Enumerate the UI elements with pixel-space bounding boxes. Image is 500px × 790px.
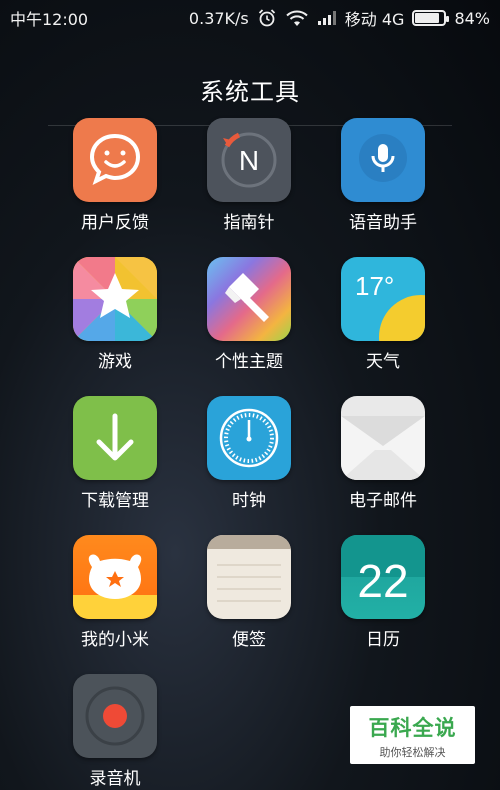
theme-brush-icon[interactable] (207, 257, 291, 341)
mail-envelope-icon[interactable] (341, 396, 425, 480)
app-label: 下载管理 (81, 491, 149, 511)
app-label: 我的小米 (81, 630, 149, 650)
app-label: 指南针 (223, 213, 275, 233)
app-calendar[interactable]: 22 日历 (316, 535, 450, 674)
alarm-icon (257, 8, 277, 28)
app-email[interactable]: 电子邮件 (316, 396, 450, 535)
calendar-icon[interactable]: 22 (341, 535, 425, 619)
app-label: 语音助手 (349, 213, 417, 233)
app-compass[interactable]: N 指南针 (182, 118, 316, 257)
app-label: 天气 (366, 352, 400, 372)
app-label: 日历 (366, 630, 400, 650)
app-label: 用户反馈 (81, 213, 149, 233)
app-clock[interactable]: 时钟 (182, 396, 316, 535)
app-feedback[interactable]: 用户反馈 (48, 118, 182, 257)
app-games[interactable]: 游戏 (48, 257, 182, 396)
app-themes[interactable]: 个性主题 (182, 257, 316, 396)
microphone-icon[interactable] (341, 118, 425, 202)
app-my-xiaomi[interactable]: 我的小米 (48, 535, 182, 674)
battery-fill (415, 13, 439, 23)
app-label: 个性主题 (215, 352, 283, 372)
download-arrow-icon[interactable] (73, 396, 157, 480)
watermark-title: 百科全说 (368, 716, 457, 740)
app-label: 便签 (232, 630, 266, 650)
status-bar: 中午12:00 0.37K/s 移动 4G 84% (0, 0, 500, 36)
recorder-icon[interactable] (73, 674, 157, 758)
app-label: 时钟 (232, 491, 266, 511)
svg-text:N: N (239, 145, 259, 176)
app-grid: 用户反馈 N 指南针 语音助手 游戏 个性主题 17° 天气 下载管理 时钟 电… (48, 118, 452, 790)
compass-icon[interactable]: N (207, 118, 291, 202)
app-notes[interactable]: 便签 (182, 535, 316, 674)
app-weather[interactable]: 17° 天气 (316, 257, 450, 396)
app-download-manager[interactable]: 下载管理 (48, 396, 182, 535)
feedback-smile-icon[interactable] (73, 118, 157, 202)
app-label: 游戏 (98, 352, 132, 372)
mi-bunny-icon[interactable] (73, 535, 157, 619)
app-label: 电子邮件 (349, 491, 417, 511)
game-star-icon[interactable] (73, 257, 157, 341)
carrier-label: 移动 4G (344, 10, 405, 29)
wifi-icon (285, 9, 309, 27)
network-speed: 0.37K/s (188, 8, 249, 28)
battery-icon (412, 10, 450, 26)
folder-title[interactable]: 系统工具 (0, 72, 500, 107)
weather-sun-icon[interactable]: 17° (341, 257, 425, 341)
calendar-day: 22 (357, 555, 408, 607)
signal-icon (317, 10, 337, 26)
battery-percent: 84% (454, 8, 490, 28)
app-voice-assistant[interactable]: 语音助手 (316, 118, 450, 257)
watermark-subtitle: 助你轻松解决 (379, 746, 446, 759)
weather-temperature: 17° (355, 271, 394, 301)
clock-icon[interactable] (207, 396, 291, 480)
app-recorder[interactable]: 录音机 (48, 674, 182, 790)
app-label: 录音机 (89, 769, 141, 789)
notes-icon[interactable] (207, 535, 291, 619)
status-time: 中午12:00 (10, 10, 89, 29)
status-right: 0.37K/s 移动 4G 84% (189, 6, 490, 30)
watermark-logo: 百科全说 助你轻松解决 (350, 706, 475, 764)
